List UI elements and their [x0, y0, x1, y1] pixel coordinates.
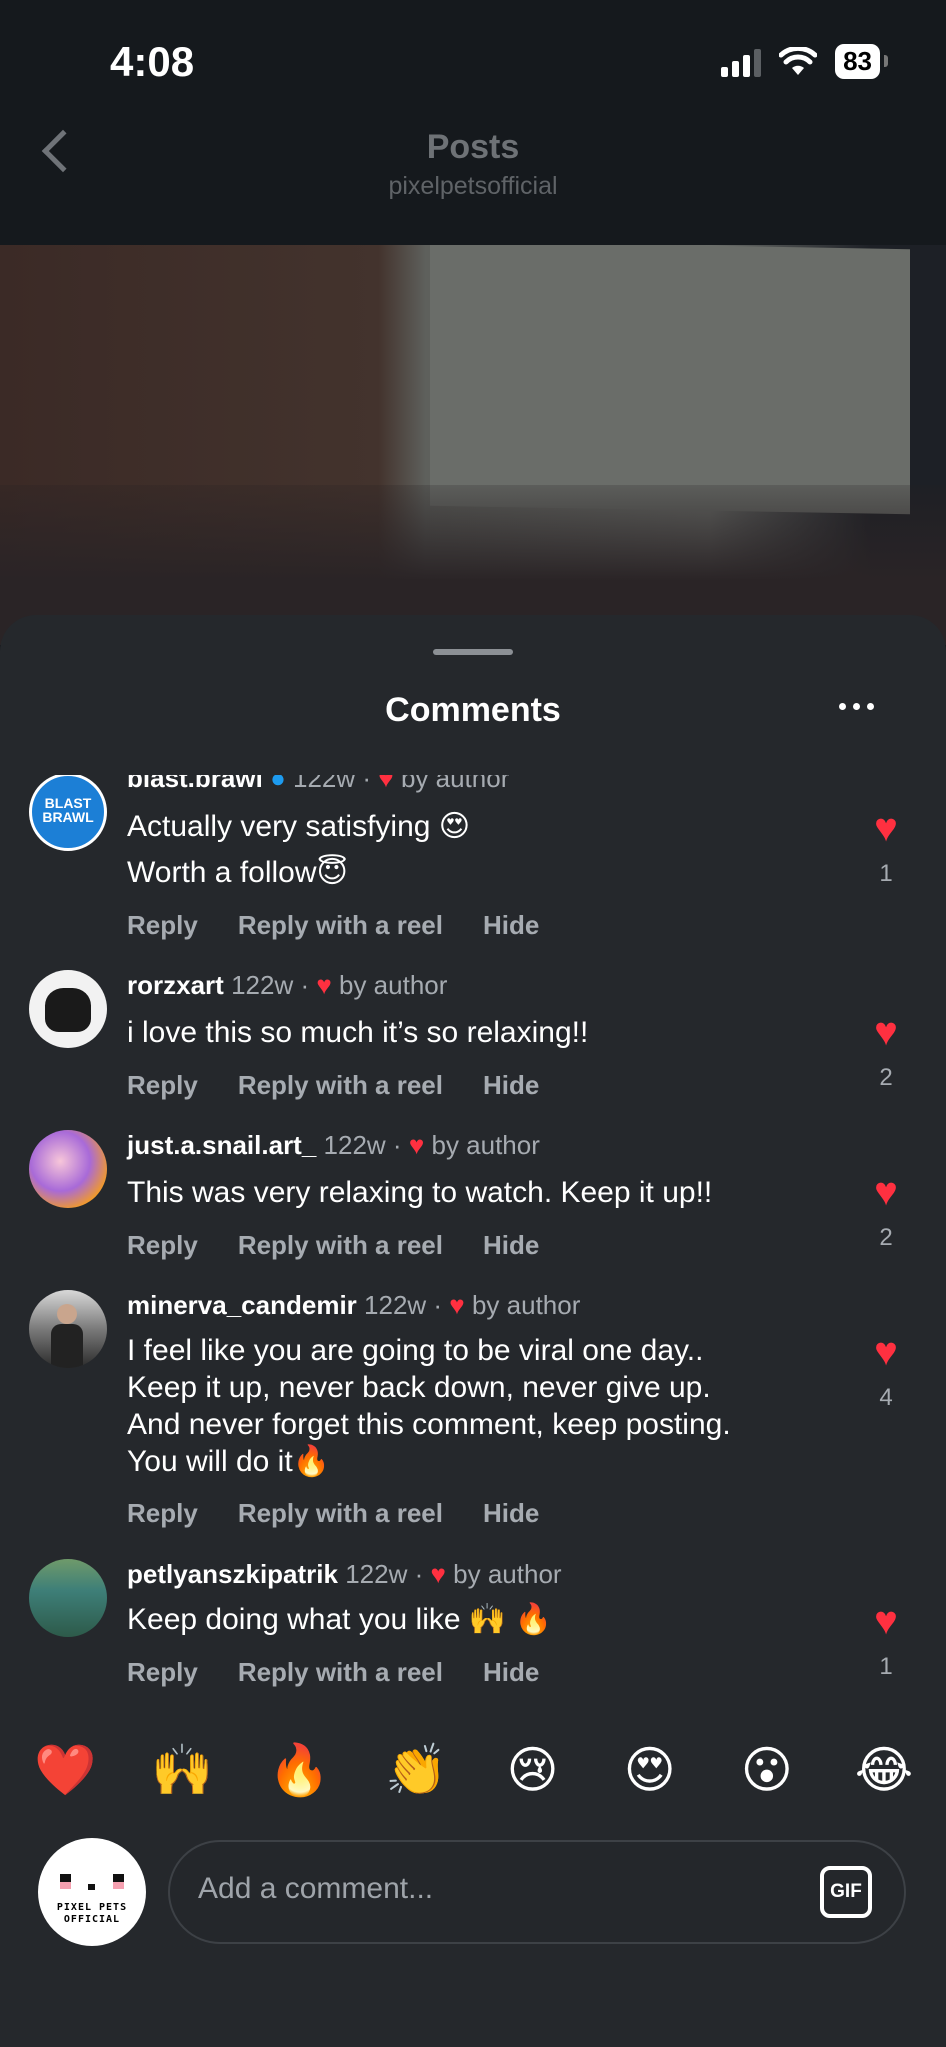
- wifi-icon: [779, 46, 818, 75]
- avatar[interactable]: [29, 970, 107, 1048]
- author-heart-icon: ♥: [449, 1290, 465, 1320]
- post-image: [0, 245, 946, 645]
- comment-meta: blast.brawl ● 122w · ♥ by author: [127, 775, 509, 794]
- emoji-reaction-bar: ❤️ 🙌 🔥 👏 😢 😍 😮 😂: [34, 1740, 914, 1800]
- emoji-surprised-button[interactable]: 😮: [737, 1740, 797, 1800]
- battery-indicator: 83: [835, 44, 888, 79]
- comment-time: 122w: [364, 1290, 427, 1320]
- heart-icon[interactable]: ♥: [862, 1172, 910, 1212]
- heart-icon[interactable]: ♥: [862, 1332, 910, 1372]
- hide-button[interactable]: Hide: [483, 1657, 539, 1688]
- like-control[interactable]: ♥ 1: [862, 1601, 910, 1681]
- sheet-grabber[interactable]: [433, 649, 513, 655]
- comment-actions: Reply Reply with a reel Hide: [127, 1070, 539, 1101]
- comment-username[interactable]: blast.brawl: [127, 775, 263, 793]
- comment-meta: petlyanszkipatrik 122w · ♥ by author: [127, 1559, 562, 1589]
- verified-badge-icon: ●: [270, 775, 286, 793]
- hide-button[interactable]: Hide: [483, 910, 539, 941]
- author-heart-icon: ♥: [316, 970, 332, 1000]
- comment-time: 122w: [323, 1130, 386, 1160]
- liked-by-label: by author: [339, 970, 448, 1000]
- emoji-crying-button[interactable]: 😢: [503, 1740, 563, 1800]
- liked-by-label: by author: [400, 775, 510, 793]
- emoji-heart-button[interactable]: ❤️: [34, 1740, 96, 1800]
- avatar[interactable]: [29, 1559, 107, 1637]
- reply-button[interactable]: Reply: [127, 910, 198, 941]
- avatar-logo-text: BLAST BRAWL: [42, 795, 94, 825]
- hide-button[interactable]: Hide: [483, 1498, 539, 1529]
- comment-username[interactable]: petlyanszkipatrik: [127, 1559, 338, 1589]
- reply-button[interactable]: Reply: [127, 1070, 198, 1101]
- liked-by-label: by author: [453, 1559, 562, 1589]
- emoji-fire-button[interactable]: 🔥: [268, 1740, 330, 1800]
- comment-text: Keep doing what you like 🙌 🔥: [127, 1603, 552, 1636]
- page-subtitle: pixelpetsofficial: [388, 172, 558, 200]
- emoji-clap-button[interactable]: 👏: [385, 1740, 447, 1800]
- comment-text: i love this so much it’s so relaxing!!: [127, 1016, 589, 1049]
- reply-button[interactable]: Reply: [127, 1230, 198, 1261]
- like-control[interactable]: ♥ 1: [862, 808, 910, 888]
- heart-icon[interactable]: ♥: [862, 808, 910, 848]
- comment-meta: minerva_candemir 122w · ♥ by author: [127, 1290, 581, 1320]
- heart-icon[interactable]: ♥: [862, 1601, 910, 1641]
- cellular-signal-icon: [721, 47, 762, 77]
- like-control[interactable]: ♥ 2: [862, 1172, 910, 1252]
- hide-button[interactable]: Hide: [483, 1070, 539, 1101]
- hide-button[interactable]: Hide: [483, 1230, 539, 1261]
- reply-with-reel-button[interactable]: Reply with a reel: [238, 1657, 443, 1688]
- comment-username[interactable]: just.a.snail.art_: [127, 1130, 316, 1160]
- like-count: 1: [879, 860, 893, 887]
- current-user-avatar: PIXEL PETS OFFICIAL: [38, 1838, 146, 1946]
- comment-input[interactable]: [198, 1872, 758, 1906]
- comment-text: This was very relaxing to watch. Keep it…: [127, 1176, 713, 1209]
- comment-text: Actually very satisfying 😍 Worth a follo…: [127, 810, 471, 889]
- comment-meta: rorzxart 122w · ♥ by author: [127, 970, 448, 1000]
- liked-by-label: by author: [471, 1290, 581, 1320]
- emoji-raised-hands-button[interactable]: 🙌: [151, 1740, 213, 1800]
- comment-time: 122w: [293, 775, 356, 793]
- sheet-title: Comments: [385, 691, 561, 729]
- comment-username[interactable]: rorzxart: [127, 970, 224, 1000]
- page-title: Posts: [426, 128, 520, 166]
- avatar[interactable]: [29, 1290, 107, 1368]
- reply-with-reel-button[interactable]: Reply with a reel: [238, 1070, 443, 1101]
- comment-meta: just.a.snail.art_ 122w · ♥ by author: [127, 1130, 540, 1160]
- comments-list: BLAST BRAWL blast.brawl ● 122w · ♥ by au…: [0, 775, 946, 1705]
- comment-username[interactable]: minerva_candemir: [127, 1290, 357, 1320]
- comment-input-container: GIF: [168, 1840, 906, 1944]
- reply-button[interactable]: Reply: [127, 1657, 198, 1688]
- like-count: 4: [879, 1384, 893, 1411]
- status-icons: 83: [721, 44, 888, 79]
- comment-actions: Reply Reply with a reel Hide: [127, 1230, 539, 1261]
- reply-with-reel-button[interactable]: Reply with a reel: [238, 910, 443, 941]
- like-control[interactable]: ♥ 4: [862, 1332, 910, 1412]
- author-heart-icon: ♥: [378, 775, 394, 793]
- comment-text: I feel like you are going to be viral on…: [127, 1334, 731, 1478]
- emoji-laughing-button[interactable]: 😂: [854, 1740, 914, 1800]
- status-time: 4:08: [110, 38, 195, 85]
- gif-button[interactable]: GIF: [820, 1866, 872, 1918]
- top-bar: 4:08 83 Posts pixelpetsofficial: [0, 0, 946, 245]
- comment-actions: Reply Reply with a reel Hide: [127, 1498, 539, 1529]
- comment-actions: Reply Reply with a reel Hide: [127, 1657, 539, 1688]
- reply-button[interactable]: Reply: [127, 1498, 198, 1529]
- avatar[interactable]: [29, 1130, 107, 1208]
- reply-with-reel-button[interactable]: Reply with a reel: [238, 1230, 443, 1261]
- comment-actions: Reply Reply with a reel Hide: [127, 910, 539, 941]
- author-heart-icon: ♥: [430, 1559, 446, 1589]
- like-count: 1: [879, 1653, 893, 1680]
- reply-with-reel-button[interactable]: Reply with a reel: [238, 1498, 443, 1529]
- avatar[interactable]: BLAST BRAWL: [29, 775, 107, 851]
- comment-time: 122w: [345, 1559, 408, 1589]
- like-control[interactable]: ♥ 2: [862, 1012, 910, 1092]
- more-options-icon[interactable]: [839, 703, 874, 710]
- like-count: 2: [879, 1224, 893, 1251]
- comment-time: 122w: [231, 970, 294, 1000]
- author-heart-icon: ♥: [408, 1130, 425, 1160]
- like-count: 2: [879, 1064, 893, 1091]
- heart-icon[interactable]: ♥: [862, 1012, 910, 1052]
- emoji-heart-eyes-button[interactable]: 😍: [620, 1740, 680, 1800]
- liked-by-label: by author: [431, 1130, 540, 1160]
- avatar-logo-text: PIXEL PETS OFFICIAL: [56, 1902, 128, 1925]
